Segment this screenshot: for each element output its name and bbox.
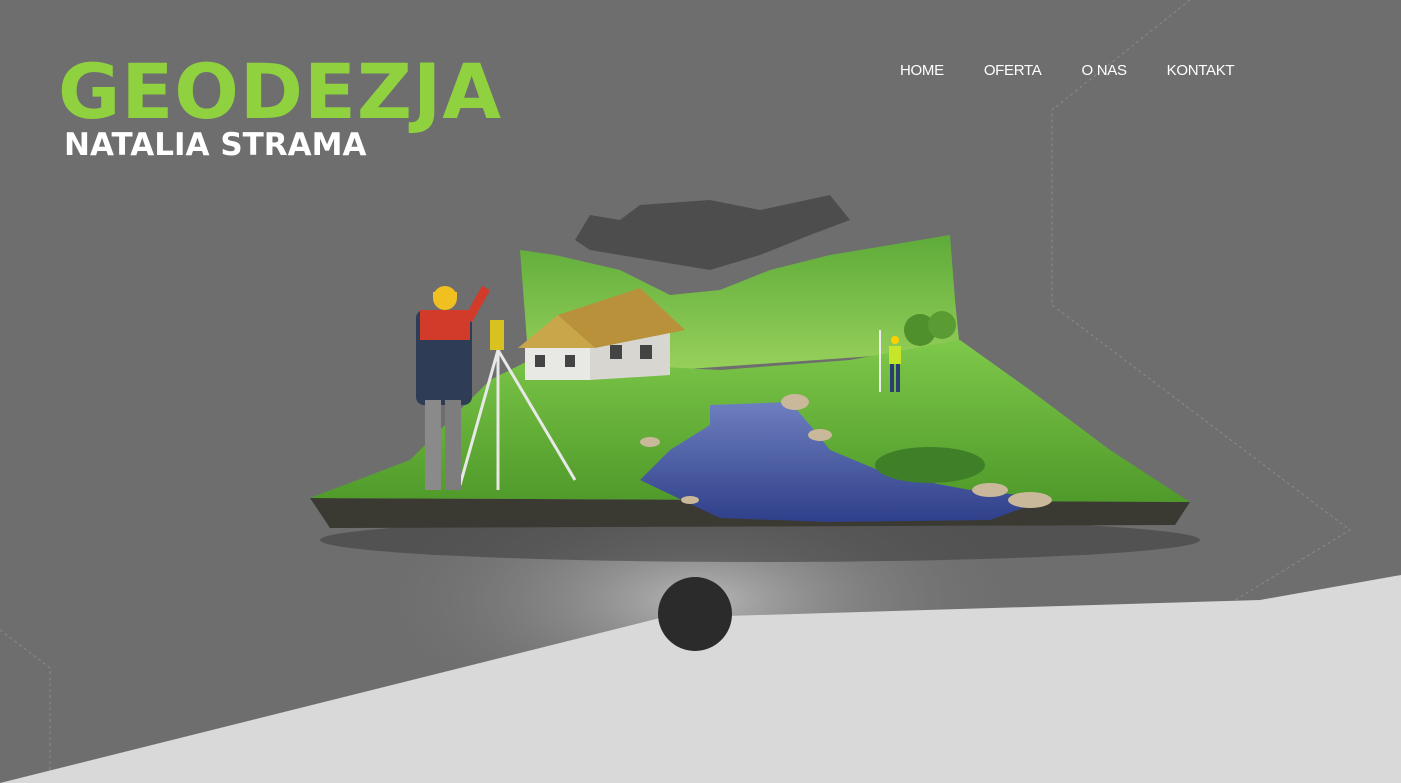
logo-title[interactable]: GEODEZJA <box>58 48 502 136</box>
nav-item-o-nas[interactable]: O NAS <box>1061 60 1146 81</box>
hero-illustration <box>310 195 1200 562</box>
nav-item-oferta[interactable]: OFERTA <box>964 60 1062 81</box>
nav-item-home[interactable]: HOME <box>880 60 964 81</box>
main-nav: HOME OFERTA O NAS KONTAKT <box>880 60 1254 81</box>
background-shadow-shape <box>575 195 850 270</box>
scroll-dot-icon[interactable] <box>658 577 732 651</box>
nav-item-kontakt[interactable]: KONTAKT <box>1147 60 1255 81</box>
logo-subtitle: NATALIA STRAMA <box>64 127 367 163</box>
